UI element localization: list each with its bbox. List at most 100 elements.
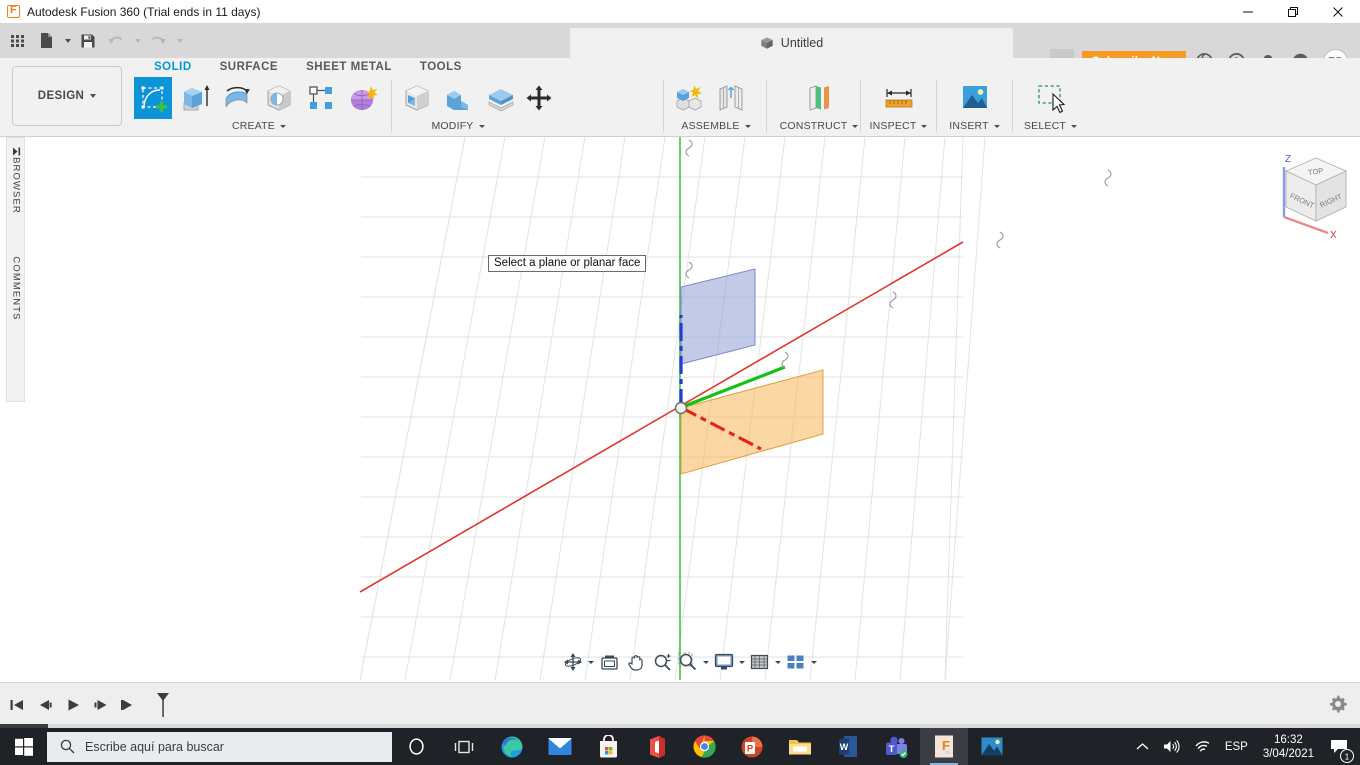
- ribbon-group-insert: INSERT: [943, 76, 1006, 137]
- fusion360-icon[interactable]: F: [920, 728, 968, 765]
- revolve-icon[interactable]: [218, 77, 256, 119]
- window-title: Autodesk Fusion 360 (Trial ends in 11 da…: [27, 4, 261, 19]
- new-component-icon[interactable]: [670, 77, 708, 119]
- microsoft-store-icon[interactable]: [584, 728, 632, 765]
- save-icon[interactable]: [75, 28, 101, 54]
- measure-icon[interactable]: [880, 77, 918, 119]
- google-chrome-icon[interactable]: [680, 728, 728, 765]
- select-window-icon[interactable]: [1032, 77, 1070, 119]
- undo-icon[interactable]: [103, 28, 129, 54]
- pan-icon[interactable]: [622, 649, 649, 675]
- fillet-icon[interactable]: [440, 77, 478, 119]
- joint-icon[interactable]: [712, 77, 750, 119]
- play-icon[interactable]: [62, 692, 83, 718]
- new-document-caret-icon[interactable]: [61, 28, 73, 54]
- zoom-icon[interactable]: [649, 649, 676, 675]
- display-settings-caret-icon[interactable]: [736, 649, 747, 675]
- tab-surface[interactable]: SURFACE: [206, 60, 292, 74]
- create-sketch-icon[interactable]: [134, 77, 172, 119]
- ribbon-group-modify: MODIFY: [398, 76, 660, 137]
- ribbon-group-inspect-label[interactable]: INSPECT: [867, 120, 930, 132]
- undo-caret-icon[interactable]: [131, 28, 143, 54]
- tab-tools[interactable]: TOOLS: [406, 60, 476, 74]
- sweep-hole-icon[interactable]: [260, 77, 298, 119]
- display-settings-icon[interactable]: [711, 649, 736, 675]
- insert-label-text: INSERT: [949, 120, 989, 132]
- close-icon[interactable]: [1315, 0, 1360, 23]
- left-panel-rail: BROWSER COMMENTS: [6, 137, 25, 402]
- grid-snaps-caret-icon[interactable]: [772, 649, 783, 675]
- tab-sheet-metal[interactable]: SHEET METAL: [292, 60, 406, 74]
- ribbon-group-modify-label[interactable]: MODIFY: [393, 120, 523, 132]
- ribbon-group-create: CREATE: [134, 76, 384, 137]
- zoom-window-caret-icon[interactable]: [700, 649, 711, 675]
- word-icon[interactable]: W: [824, 728, 872, 765]
- look-at-icon[interactable]: [596, 649, 622, 675]
- viewports-icon[interactable]: [783, 649, 808, 675]
- extrude-icon[interactable]: [176, 77, 214, 119]
- microsoft-edge-icon[interactable]: [488, 728, 536, 765]
- ribbon-group-select-label[interactable]: SELECT: [1019, 120, 1082, 132]
- app-grid-icon[interactable]: [5, 28, 31, 54]
- gear-icon[interactable]: [1328, 694, 1350, 716]
- restore-icon[interactable]: [1270, 0, 1315, 23]
- step-back-icon[interactable]: [34, 692, 55, 718]
- task-view-icon[interactable]: [440, 728, 488, 765]
- step-forward-icon[interactable]: [90, 692, 111, 718]
- orbit-caret-icon[interactable]: [585, 649, 596, 675]
- clock[interactable]: 16:32 3/04/2021: [1255, 728, 1322, 765]
- clock-date: 3/04/2021: [1262, 747, 1314, 760]
- sidebar-item-comments[interactable]: COMMENTS: [10, 256, 21, 320]
- powerpoint-icon[interactable]: P: [728, 728, 776, 765]
- ribbon-group-insert-label[interactable]: INSERT: [943, 120, 1006, 132]
- chevron-down-icon: [280, 124, 286, 128]
- office-icon[interactable]: [632, 728, 680, 765]
- chevron-up-icon[interactable]: [1129, 728, 1156, 765]
- action-center-icon[interactable]: 1: [1322, 728, 1356, 765]
- volume-icon[interactable]: [1156, 728, 1187, 765]
- xy-plane: [680, 369, 824, 475]
- new-document-icon[interactable]: [33, 28, 59, 54]
- ribbon-divider: [663, 80, 664, 132]
- view-cube[interactable]: Z X TOP FRONT RIGHT: [1270, 145, 1360, 245]
- wifi-icon[interactable]: [1187, 728, 1218, 765]
- document-tab[interactable]: Untitled: [570, 28, 1013, 58]
- pattern-icon[interactable]: [302, 77, 340, 119]
- viewports-caret-icon[interactable]: [808, 649, 819, 675]
- ribbon-group-assemble: ASSEMBLE: [670, 76, 762, 137]
- modify-label-text: MODIFY: [431, 120, 474, 132]
- offset-plane-icon[interactable]: [800, 77, 838, 119]
- windows-start-icon[interactable]: [0, 728, 47, 765]
- microsoft-teams-icon[interactable]: T: [872, 728, 920, 765]
- ribbon-group-construct-label[interactable]: CONSTRUCT: [773, 120, 865, 132]
- tab-solid[interactable]: SOLID: [140, 60, 206, 74]
- photos-icon[interactable]: [968, 728, 1016, 765]
- redo-icon[interactable]: [145, 28, 171, 54]
- grid-snaps-icon[interactable]: [747, 649, 772, 675]
- zoom-window-icon[interactable]: [676, 649, 700, 675]
- ribbon-group-create-label[interactable]: CREATE: [134, 120, 384, 132]
- form-icon[interactable]: [344, 77, 382, 119]
- combine-icon[interactable]: [524, 77, 554, 119]
- svg-text:F: F: [942, 738, 950, 753]
- file-explorer-icon[interactable]: [776, 728, 824, 765]
- shell-icon[interactable]: [482, 77, 520, 119]
- timeline-marker-icon[interactable]: [152, 692, 173, 718]
- search-input[interactable]: Escribe aquí para buscar: [47, 731, 392, 762]
- redo-caret-icon[interactable]: [173, 28, 185, 54]
- go-to-beginning-icon[interactable]: [6, 692, 27, 718]
- orbit-icon[interactable]: [561, 649, 585, 675]
- ribbon-divider: [936, 80, 937, 132]
- assemble-label-text: ASSEMBLE: [681, 120, 740, 132]
- press-pull-icon[interactable]: [398, 77, 436, 119]
- sidebar-item-browser[interactable]: BROWSER: [10, 157, 21, 214]
- viewport-canvas[interactable]: Select a plane or planar face Z X TOP FR…: [25, 137, 1360, 682]
- go-to-end-icon[interactable]: [118, 692, 139, 718]
- ribbon-group-assemble-label[interactable]: ASSEMBLE: [670, 120, 762, 132]
- insert-image-icon[interactable]: [956, 77, 994, 119]
- minimize-icon[interactable]: [1225, 0, 1270, 23]
- mail-icon[interactable]: [536, 728, 584, 765]
- language-indicator[interactable]: ESP: [1218, 728, 1255, 765]
- chevron-down-icon: [921, 124, 928, 128]
- cortana-icon[interactable]: [392, 728, 440, 765]
